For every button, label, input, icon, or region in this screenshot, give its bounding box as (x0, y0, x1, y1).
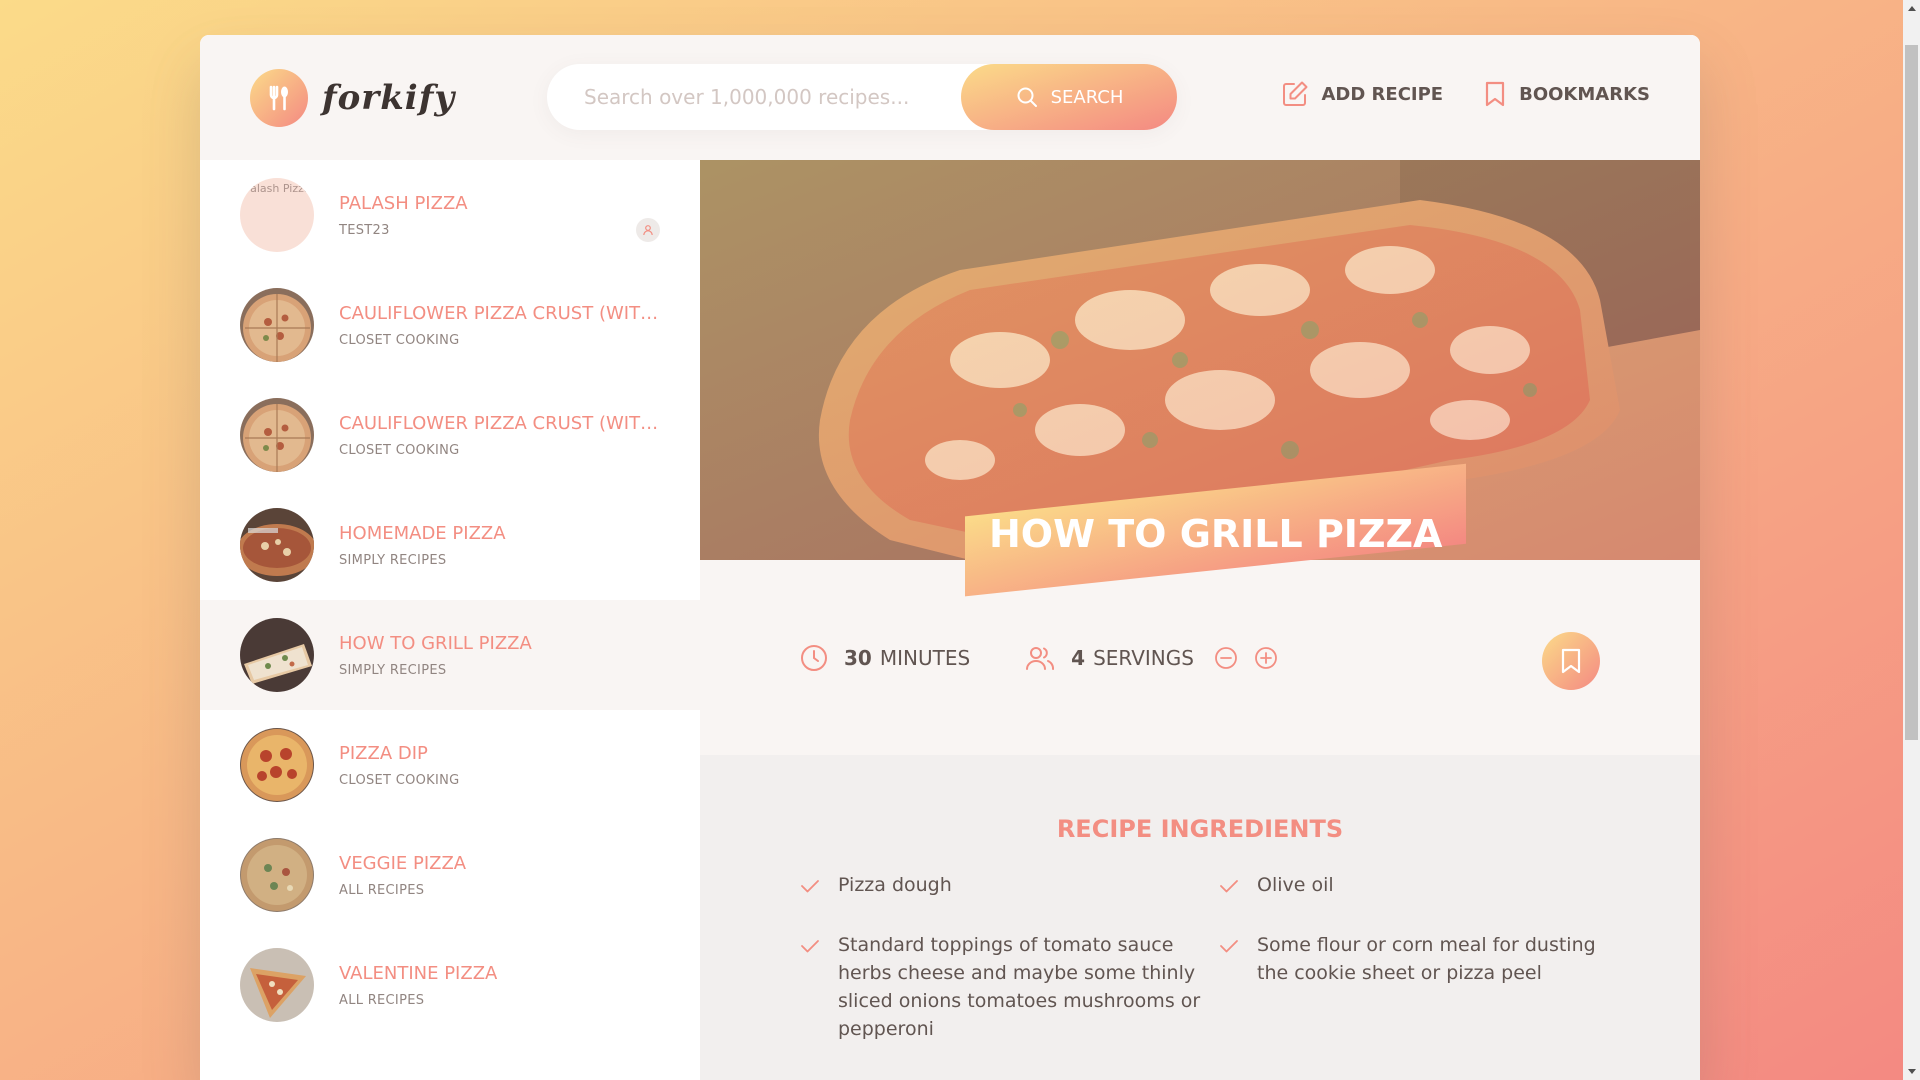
result-text: Pizza Dip Closet Cooking (339, 743, 460, 788)
main-nav: Add recipe Bookmarks (1241, 80, 1650, 108)
result-publisher: Closet Cooking (339, 332, 460, 348)
ingredient-item: Some flour or corn meal for dusting the … (1219, 931, 1599, 1043)
result-publisher: Closet Cooking (339, 442, 460, 458)
result-thumbnail (240, 288, 314, 362)
result-thumbnail (240, 618, 314, 692)
logo[interactable]: forkify (250, 69, 455, 127)
result-publisher: All Recipes (339, 992, 425, 1008)
result-title: How to Grill Pizza (339, 632, 532, 654)
servings: 4 servings (1025, 644, 1294, 672)
result-item-active[interactable]: How to Grill Pizza Simply Recipes (200, 600, 700, 710)
result-item[interactable]: Valentine Pizza All Recipes (200, 930, 700, 1040)
search-icon (1017, 87, 1037, 107)
result-title: Cauliflower Pizza Crust (With BBQ Chicke… (339, 412, 669, 434)
recipe-title: How to Grill Pizza (989, 512, 1443, 556)
result-title: Palash Pizza (339, 192, 468, 214)
servings-controls (1214, 646, 1294, 670)
result-title: Homemade Pizza (339, 522, 506, 544)
ingredient-text: Some flour or corn meal for dusting the … (1257, 934, 1596, 984)
scroll-up-arrow-icon[interactable] (1903, 0, 1920, 17)
result-thumbnail (240, 508, 314, 582)
search-results: Palash Pizza Palash Pizza Test23 Caulifl… (200, 160, 700, 1080)
cooking-time-value: 30 (844, 645, 872, 670)
fork-spoon-icon (250, 69, 308, 127)
result-text: Valentine Pizza All Recipes (339, 963, 497, 1008)
bookmark-icon (1486, 81, 1505, 107)
add-recipe-label: Add recipe (1321, 83, 1444, 105)
result-thumbnail (240, 728, 314, 802)
users-icon (1026, 646, 1055, 670)
servings-value: 4 (1071, 645, 1086, 670)
result-item[interactable]: Veggie Pizza All Recipes (200, 820, 700, 930)
result-item[interactable]: Cauliflower Pizza Crust (With BBQ Chicke… (200, 380, 700, 490)
search-button[interactable]: Search (961, 64, 1177, 130)
logo-text: forkify (322, 78, 456, 118)
scroll-down-arrow-icon[interactable] (1903, 1063, 1920, 1080)
result-title: Pizza Dip (339, 742, 428, 764)
check-icon (1220, 940, 1238, 953)
check-icon (801, 940, 819, 953)
result-publisher: Test23 (339, 222, 390, 238)
search-button-label: Search (1050, 86, 1124, 108)
recipe-view: How to Grill Pizza 30 minutes 4 se (700, 160, 1700, 1080)
cooking-time: 30 minutes (800, 644, 970, 672)
result-thumbnail (240, 838, 314, 912)
edit-icon (1283, 81, 1308, 106)
result-item[interactable]: Homemade Pizza Simply Recipes (200, 490, 700, 600)
result-text: Veggie Pizza All Recipes (339, 853, 466, 898)
result-item[interactable]: Pizza Dip Closet Cooking (200, 710, 700, 820)
bookmark-icon (1561, 648, 1581, 674)
add-recipe-button[interactable]: Add recipe (1281, 80, 1443, 108)
check-icon (801, 880, 819, 893)
result-publisher: Closet Cooking (339, 772, 460, 788)
scrollbar-thumb[interactable] (1905, 45, 1918, 740)
ingredient-text: Pizza dough (838, 874, 952, 896)
clock-icon (801, 644, 827, 671)
ingredient-item: Pizza dough (800, 871, 1219, 899)
result-title: Valentine Pizza (339, 962, 498, 984)
result-title: Cauliflower Pizza Crust (With BBQ Chicke… (339, 302, 669, 324)
result-text: Cauliflower Pizza Crust (With BBQ Chicke… (339, 303, 669, 348)
cooking-time-unit: minutes (879, 645, 971, 670)
result-thumbnail (240, 948, 314, 1022)
result-publisher: Simply Recipes (339, 552, 447, 568)
result-publisher: All Recipes (339, 882, 425, 898)
search-form: Search (547, 64, 1177, 130)
result-title: Veggie Pizza (339, 852, 467, 874)
result-thumbnail: Palash Pizza (240, 178, 314, 252)
app-container: forkify Search Add recipe (200, 35, 1700, 1080)
header: forkify Search Add recipe (200, 35, 1700, 160)
result-text: Homemade Pizza Simply Recipes (339, 523, 506, 568)
check-icon (1220, 880, 1238, 893)
result-item[interactable]: Palash Pizza Palash Pizza Test23 (200, 160, 700, 270)
search-input[interactable] (547, 85, 957, 109)
bookmarks-label: Bookmarks (1519, 83, 1650, 105)
ingredients-heading: Recipe ingredients (1056, 815, 1344, 843)
servings-unit: servings (1093, 645, 1194, 670)
bookmark-recipe-button[interactable] (1542, 632, 1600, 690)
result-text: Cauliflower Pizza Crust (With BBQ Chicke… (339, 413, 669, 458)
ingredient-text: Standard toppings of tomato sauce herbs … (838, 934, 1201, 1040)
result-text: Palash Pizza Test23 (339, 193, 468, 238)
user-generated-icon (636, 218, 660, 242)
page-scrollbar[interactable] (1903, 0, 1920, 1080)
ingredient-item: Standard toppings of tomato sauce herbs … (800, 931, 1219, 1043)
increase-servings-icon[interactable] (1254, 646, 1278, 670)
ingredient-list: Pizza dough Olive oil Standard toppings … (700, 871, 1700, 1043)
decrease-servings-icon[interactable] (1214, 646, 1238, 670)
recipe-ingredients: Recipe ingredients Pizza dough Olive oil… (700, 755, 1700, 1080)
broken-image-alt: Palash Pizza (244, 182, 311, 195)
recipe-details: 30 minutes 4 servings (700, 560, 1700, 755)
result-text: How to Grill Pizza Simply Recipes (339, 633, 532, 678)
bookmarks-button[interactable]: Bookmarks (1483, 80, 1650, 108)
ingredient-text: Olive oil (1257, 874, 1334, 896)
result-publisher: Simply Recipes (339, 662, 447, 678)
ingredient-item: Olive oil (1219, 871, 1599, 899)
result-item[interactable]: Cauliflower Pizza Crust (With BBQ Chicke… (200, 270, 700, 380)
result-thumbnail (240, 398, 314, 472)
